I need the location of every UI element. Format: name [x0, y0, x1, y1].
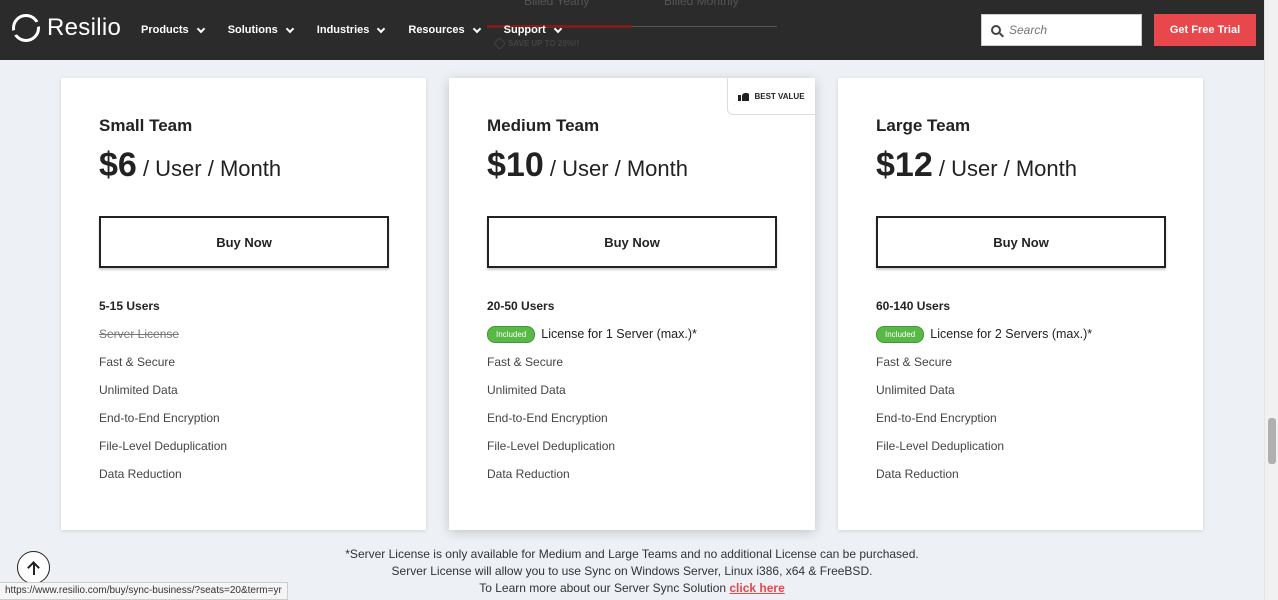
- buy-now-button[interactable]: Buy Now: [876, 216, 1166, 268]
- back-to-top-button[interactable]: [17, 551, 50, 584]
- included-badge: Included: [876, 326, 925, 343]
- note-line-3-text: To Learn more about our Server Sync Solu…: [479, 581, 730, 595]
- users-range: 20-50 Users: [487, 299, 555, 313]
- chevron-down-icon: [377, 24, 386, 33]
- page-scrollbar[interactable]: [1264, 0, 1278, 600]
- resilio-logo[interactable]: Resilio: [12, 14, 121, 42]
- arrow-up-icon: [28, 561, 40, 575]
- license-text: License for 1 Server (max.)*: [541, 327, 697, 341]
- plan-name: Small Team: [99, 116, 193, 135]
- nav-solutions[interactable]: Solutions: [227, 24, 295, 36]
- plan-price: $6 / User / Month: [99, 146, 281, 185]
- feature-item: Data Reduction: [99, 467, 182, 481]
- price-period: / User / Month: [932, 156, 1078, 181]
- license-text: Server License: [99, 327, 180, 341]
- feature-list: 20-50 Users Included License for 1 Serve…: [487, 298, 697, 494]
- plan-price: $10 / User / Month: [487, 146, 688, 185]
- feature-item: Unlimited Data: [876, 383, 955, 397]
- server-license-included: Included License for 1 Server (max.)*: [487, 326, 697, 354]
- feature-item: Data Reduction: [487, 467, 570, 481]
- users-range: 60-140 Users: [876, 299, 951, 313]
- feature-item: File-Level Deduplication: [876, 439, 1005, 453]
- nav-resources[interactable]: Resources: [408, 24, 481, 36]
- nav-label: Resources: [408, 24, 465, 36]
- plan-price: $12 / User / Month: [876, 146, 1077, 185]
- feature-list: 60-140 Users Included License for 2 Serv…: [876, 298, 1092, 494]
- plan-name: Medium Team: [487, 116, 600, 135]
- chevron-down-icon: [553, 24, 563, 33]
- click-here-link[interactable]: click here: [729, 581, 784, 595]
- note-line-1: *Server License is only available for Me…: [345, 547, 919, 561]
- best-value-label: BEST VALUE: [754, 91, 805, 101]
- buy-now-button[interactable]: Buy Now: [487, 216, 777, 268]
- price-amount: $6: [99, 146, 137, 184]
- feature-item: Unlimited Data: [487, 383, 566, 397]
- feature-item: End-to-End Encryption: [487, 411, 608, 425]
- price-period: / User / Month: [543, 156, 689, 181]
- best-value-badge: BEST VALUE: [727, 78, 815, 115]
- thumbs-up-icon: [738, 91, 750, 101]
- plan-name: Large Team: [876, 116, 971, 135]
- server-license-unavailable: Server License: [99, 326, 227, 354]
- billed-monthly-option[interactable]: Billed Monthly: [664, 0, 739, 8]
- server-license-included: Included License for 2 Servers (max.)*: [876, 326, 1092, 354]
- nav-label: Solutions: [227, 24, 278, 36]
- scrollbar-thumb[interactable]: [1268, 418, 1276, 464]
- price-period: / User / Month: [136, 156, 282, 181]
- license-text: License for 2 Servers (max.)*: [930, 327, 1093, 341]
- feature-item: File-Level Deduplication: [487, 439, 616, 453]
- note-line-2: Server License will allow you to use Syn…: [391, 564, 873, 578]
- search-box: [981, 14, 1142, 46]
- plan-card-large-team: Large Team $12 / User / Month Buy Now 60…: [838, 78, 1203, 530]
- feature-item: Fast & Secure: [876, 355, 953, 369]
- billing-inactive-underline: [632, 26, 777, 27]
- feature-item: End-to-End Encryption: [99, 411, 220, 425]
- feature-item: Unlimited Data: [99, 383, 178, 397]
- chevron-down-icon: [196, 24, 205, 33]
- plan-card-small-team: Small Team $6 / User / Month Buy Now 5-1…: [61, 78, 426, 530]
- nav-support[interactable]: Support: [503, 24, 563, 36]
- logo-text: Resilio: [47, 14, 122, 41]
- get-free-trial-button[interactable]: Get Free Trial: [1154, 14, 1256, 46]
- feature-item: Fast & Secure: [487, 355, 564, 369]
- nav-label: Support: [503, 24, 546, 36]
- top-navigation-bar: Resilio Billed Yearly Billed Monthly SAV…: [0, 0, 1264, 60]
- nav-products[interactable]: Products: [141, 24, 205, 36]
- price-amount: $12: [876, 146, 933, 184]
- price-amount: $10: [487, 146, 544, 184]
- nav-label: Industries: [316, 24, 370, 36]
- resilio-logo-icon: [12, 14, 40, 42]
- feature-list: 5-15 Users Server License Fast & Secure …: [99, 298, 227, 494]
- feature-item: Data Reduction: [876, 467, 959, 481]
- feature-item: End-to-End Encryption: [876, 411, 997, 425]
- buy-now-button[interactable]: Buy Now: [99, 216, 389, 268]
- search-input[interactable]: [1009, 23, 1129, 37]
- users-range: 5-15 Users: [99, 299, 160, 313]
- feature-item: Fast & Secure: [99, 355, 176, 369]
- plan-card-medium-team: Medium Team $10 / User / Month Buy Now 2…: [449, 78, 815, 530]
- status-bar-url: https://www.resilio.com/buy/sync-busines…: [0, 582, 288, 600]
- search-icon: [991, 25, 1001, 35]
- nav-label: Products: [141, 24, 189, 36]
- nav-industries[interactable]: Industries: [316, 24, 386, 36]
- main-nav: Products Solutions Industries Resources …: [141, 0, 585, 60]
- included-badge: Included: [487, 326, 536, 343]
- chevron-down-icon: [285, 24, 295, 33]
- chevron-down-icon: [472, 24, 481, 33]
- feature-item: File-Level Deduplication: [99, 439, 228, 453]
